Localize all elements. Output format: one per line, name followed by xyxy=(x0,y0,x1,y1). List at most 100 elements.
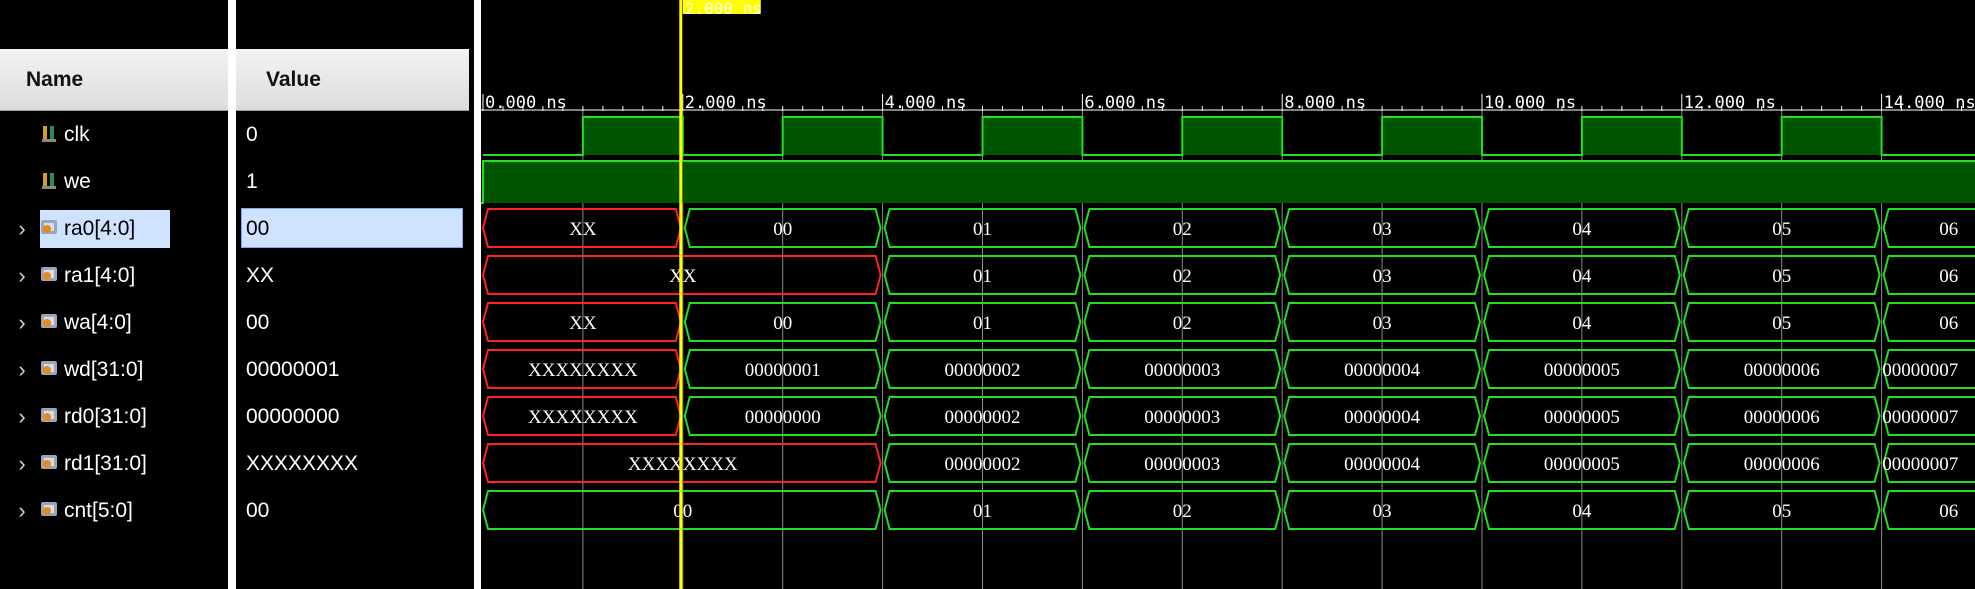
bus-value-label: XX xyxy=(569,313,597,334)
clk-high-fill xyxy=(582,117,683,155)
signal-row-rd1[interactable]: › rd1[31:0] xyxy=(0,440,228,487)
bus-value-label: 03 xyxy=(1373,219,1392,240)
value-row-rd0[interactable]: 00000000 xyxy=(236,393,469,440)
bus-value-label: 00000003 xyxy=(1144,360,1220,381)
ruler-label: 4.000 ns xyxy=(885,93,967,113)
bus-value-label: 05 xyxy=(1772,219,1791,240)
signal-value: 00 xyxy=(246,499,270,522)
signal-value: XXXXXXXX xyxy=(246,452,359,475)
value-row-cnt[interactable]: 00 xyxy=(236,487,469,534)
bus-value-label: XX xyxy=(669,266,697,287)
bus-signal-icon xyxy=(41,314,57,328)
bus-value-label: 01 xyxy=(973,501,992,522)
ruler-label: 14.000 ns xyxy=(1884,93,1975,113)
column-splitter[interactable] xyxy=(228,0,236,589)
expand-chevron-icon[interactable]: › xyxy=(12,393,32,440)
name-column-header[interactable]: Name xyxy=(0,49,228,111)
bus-value-label: 00000007 xyxy=(1882,360,1958,381)
bus-value-label: XX xyxy=(569,219,597,240)
expand-chevron-icon[interactable]: › xyxy=(12,205,32,252)
signal-value: 1 xyxy=(246,170,258,193)
bus-value-label: 01 xyxy=(973,219,992,240)
bus-wa: XX 00 01 02 03 04 05 06 xyxy=(481,302,1975,342)
signal-name: ra0[4:0] xyxy=(64,217,136,240)
signal-name: wa[4:0] xyxy=(64,311,132,334)
value-row-wd[interactable]: 00000001 xyxy=(236,346,469,393)
ruler-label: 12.000 ns xyxy=(1684,93,1776,113)
bit-signal-icon xyxy=(42,173,56,189)
value-row-we[interactable]: 1 xyxy=(236,158,469,205)
bus-value-label: XXXXXXXX xyxy=(528,360,638,381)
bus-value-label: 02 xyxy=(1173,266,1192,287)
value-row-ra0[interactable]: 00 xyxy=(236,205,469,252)
value-row-wa[interactable]: 00 xyxy=(236,299,469,346)
bus-value-label: 05 xyxy=(1772,501,1791,522)
bus-value-label: 00000003 xyxy=(1144,407,1220,428)
value-row-ra1[interactable]: XX xyxy=(236,252,469,299)
signal-row-ra1[interactable]: › ra1[4:0] xyxy=(0,252,228,299)
bus-value-label: 04 xyxy=(1572,313,1592,334)
signal-row-we[interactable]: we xyxy=(0,158,228,205)
waveform-splitter[interactable] xyxy=(474,0,481,589)
bus-value-label: 00000007 xyxy=(1882,454,1958,475)
bus-value-label: 04 xyxy=(1572,219,1592,240)
bus-segment xyxy=(1882,302,1975,342)
signal-name: clk xyxy=(64,123,90,146)
bus-value-label: 03 xyxy=(1373,313,1392,334)
bus-value-label: 00000005 xyxy=(1544,454,1620,475)
value-column: Value 0 1 00 XX 00 00000001 00000000 XXXXXXXX 00 xyxy=(236,0,469,589)
signal-row-cnt[interactable]: › cnt[5:0] xyxy=(0,487,228,534)
bus-value-label: 00 xyxy=(773,313,792,334)
bus-segment xyxy=(1882,208,1975,248)
bus-signal-icon xyxy=(41,408,57,422)
clk-high-fill xyxy=(1182,117,1283,155)
signal-name: wd[31:0] xyxy=(64,358,144,381)
signal-value: 00000000 xyxy=(246,405,340,428)
signal-row-rd0[interactable]: › rd0[31:0] xyxy=(0,393,228,440)
bus-value-label: 04 xyxy=(1572,266,1592,287)
bus-value-label: 00000000 xyxy=(745,407,821,428)
signal-row-ra0[interactable]: › ra0[4:0] xyxy=(0,205,228,252)
value-row-clk[interactable]: 0 xyxy=(236,111,469,158)
bit-signal-icon xyxy=(42,126,56,142)
bus-value-label: 05 xyxy=(1772,313,1791,334)
expand-chevron-icon[interactable]: › xyxy=(12,440,32,487)
signal-name: cnt[5:0] xyxy=(64,499,133,522)
waveform-canvas[interactable]: 0.000 ns 2.000 ns 4.000 ns 6.000 ns 8.000 ns… xyxy=(481,0,1975,589)
signal-row-wd[interactable]: › wd[31:0] xyxy=(0,346,228,393)
value-column-header[interactable]: Value xyxy=(236,49,469,111)
signal-name: rd1[31:0] xyxy=(64,452,147,475)
bus-value-label: 00000005 xyxy=(1544,407,1620,428)
signal-row-clk[interactable]: clk xyxy=(0,111,228,158)
value-row-rd1[interactable]: XXXXXXXX xyxy=(236,440,469,487)
bus-value-label: 01 xyxy=(973,266,992,287)
bus-value-label: 00000003 xyxy=(1144,454,1220,475)
bus-value-label: 00000006 xyxy=(1744,454,1820,475)
bus-value-label: 00000004 xyxy=(1344,360,1421,381)
signal-name: ra1[4:0] xyxy=(64,264,136,287)
bus-rd1: XXXXXXXX 00000002 00000003 00000004 00000005… xyxy=(481,443,1975,483)
bus-value-label: 00000002 xyxy=(945,407,1021,428)
bus-value-label: 06 xyxy=(1939,501,1958,522)
signal-row-wa[interactable]: › wa[4:0] xyxy=(0,299,228,346)
expand-chevron-icon[interactable]: › xyxy=(12,487,32,534)
bus-value-label: 00000004 xyxy=(1344,454,1421,475)
cursor-time-label: 2.000 ns xyxy=(685,0,762,18)
bus-value-label: 00000001 xyxy=(745,360,821,381)
name-column: Name clk we › ra0[4:0] › ra1[4:0] › wa[4:0] › wd[… xyxy=(0,0,228,589)
expand-chevron-icon[interactable]: › xyxy=(12,252,32,299)
expand-chevron-icon[interactable]: › xyxy=(12,299,32,346)
ruler-label: 8.000 ns xyxy=(1284,93,1366,113)
clk-high-fill xyxy=(982,117,1083,155)
ruler-label: 10.000 ns xyxy=(1484,93,1576,113)
bus-signal-icon xyxy=(41,267,57,281)
bus-value-label: 02 xyxy=(1173,219,1192,240)
expand-chevron-icon[interactable]: › xyxy=(12,346,32,393)
bus-ra0: XX 00 01 02 03 04 05 06 xyxy=(481,208,1975,248)
bus-value-label: 00000002 xyxy=(945,360,1021,381)
bus-value-label: 06 xyxy=(1939,266,1958,287)
bus-value-label: 00000002 xyxy=(945,454,1021,475)
bus-value-label: 00000007 xyxy=(1882,407,1958,428)
bus-value-label: 00000006 xyxy=(1744,407,1820,428)
bus-signal-icon xyxy=(41,220,57,234)
